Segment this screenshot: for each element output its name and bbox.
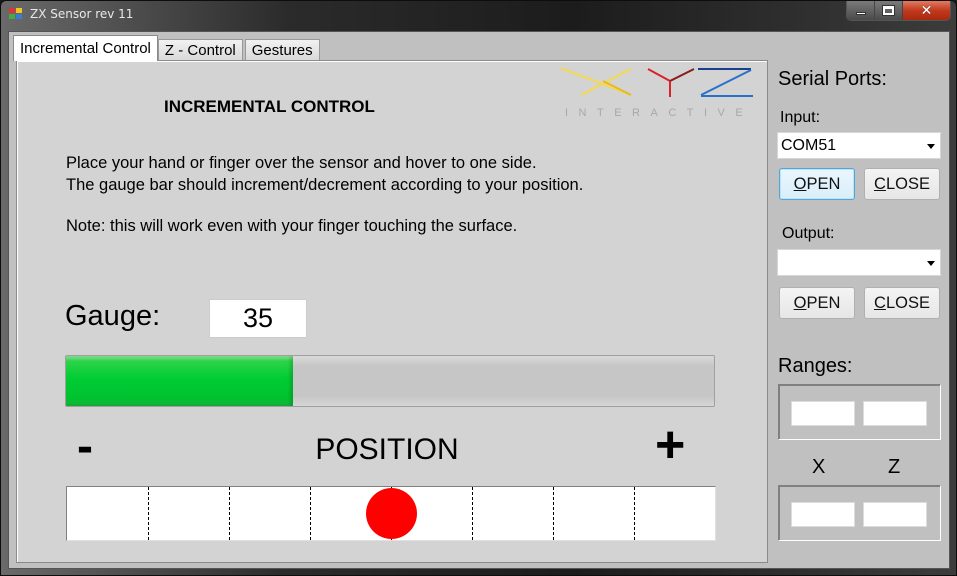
mnemonic: C [874,293,886,312]
x-axis-label: X [812,456,826,478]
app-icon [9,8,23,20]
x-value-field[interactable] [791,502,855,527]
close-button[interactable]: ✕ [903,1,950,20]
tab-gestures[interactable]: Gestures [244,39,320,61]
position-track [66,486,716,541]
logo-y-stroke-2 [669,68,695,82]
output-open-button[interactable]: O PEN [779,287,855,319]
instruction-line: Place your hand or finger over the senso… [66,154,537,172]
tab-strip: Incremental Control Z - Control Gestures [13,35,322,61]
gauge-progress-bar [65,355,715,407]
position-divider [553,487,554,540]
panel-title: INCREMENTAL CONTROL [164,97,375,116]
position-divider [634,487,635,540]
mnemonic: C [874,174,886,193]
tab-incremental-control[interactable]: Incremental Control [13,35,158,61]
logo-x-stroke-1 [560,67,632,96]
maximize-button[interactable] [875,1,903,20]
position-divider [229,487,230,540]
maximize-icon [882,5,895,16]
app-window: ZX Sensor rev 11 ✕ Incremental Control Z… [0,0,957,576]
chevron-down-icon [927,144,935,149]
title-bar[interactable]: ZX Sensor rev 11 ✕ [1,1,956,27]
ranges-group [778,384,941,440]
xyz-logo-graphic [560,67,753,97]
minimize-button[interactable] [847,1,875,20]
mnemonic: O [793,293,807,312]
caption-buttons: ✕ [846,1,951,21]
serial-ports-label: Serial Ports: [778,68,887,90]
logo-subtitle: INTERACTIVE [565,107,754,119]
close-icon: ✕ [920,2,933,19]
logo-z-stroke-2 [700,69,752,96]
instructions: Place your hand or finger over the senso… [66,152,583,196]
z-axis-label: Z [888,456,901,478]
button-label: LOSE [885,293,930,312]
note-text: Note: this will work even with your fing… [66,217,518,235]
button-label: PEN [806,293,841,312]
input-port-value: COM51 [781,136,837,154]
xyz-interactive-logo: INTERACTIVE [560,67,761,122]
input-label: Input: [780,109,821,126]
plus-label: + [655,416,686,474]
position-indicator-dot [366,488,417,539]
position-divider [310,487,311,540]
logo-y-stroke-1 [647,68,671,82]
client-area: Incremental Control Z - Control Gestures… [8,31,950,569]
input-open-button[interactable]: O PEN [779,168,855,200]
mnemonic: O [793,174,807,193]
input-close-button[interactable]: C LOSE [864,168,940,200]
button-label: PEN [806,174,841,193]
instruction-line: The gauge bar should increment/decrement… [66,176,584,194]
gauge-value-box: 35 [209,299,307,338]
output-label: Output: [782,225,835,242]
gauge-label: Gauge: [65,300,161,332]
minimize-icon [855,12,866,15]
chevron-down-icon [927,261,935,266]
ranges-label: Ranges: [778,355,853,377]
logo-x-stroke-3 [602,80,632,96]
range-x-field[interactable] [791,401,855,426]
tab-z-control[interactable]: Z - Control [157,39,243,61]
range-z-field[interactable] [863,401,927,426]
incremental-control-panel: INCREMENTAL CONTROL INTERACTIVE Place yo… [16,60,768,563]
axes-values-group [778,485,941,541]
gauge-progress-fill [66,356,293,406]
output-close-button[interactable]: C LOSE [864,287,940,319]
button-label: LOSE [885,174,930,193]
input-port-select[interactable]: COM51 [777,132,941,159]
window-title: ZX Sensor rev 11 [30,7,134,21]
output-port-select[interactable] [777,249,941,276]
z-value-field[interactable] [863,502,927,527]
sidebar: Serial Ports: Input: COM51 O PEN C LOSE Ou… [769,32,949,568]
position-divider [472,487,473,540]
position-divider [148,487,149,540]
